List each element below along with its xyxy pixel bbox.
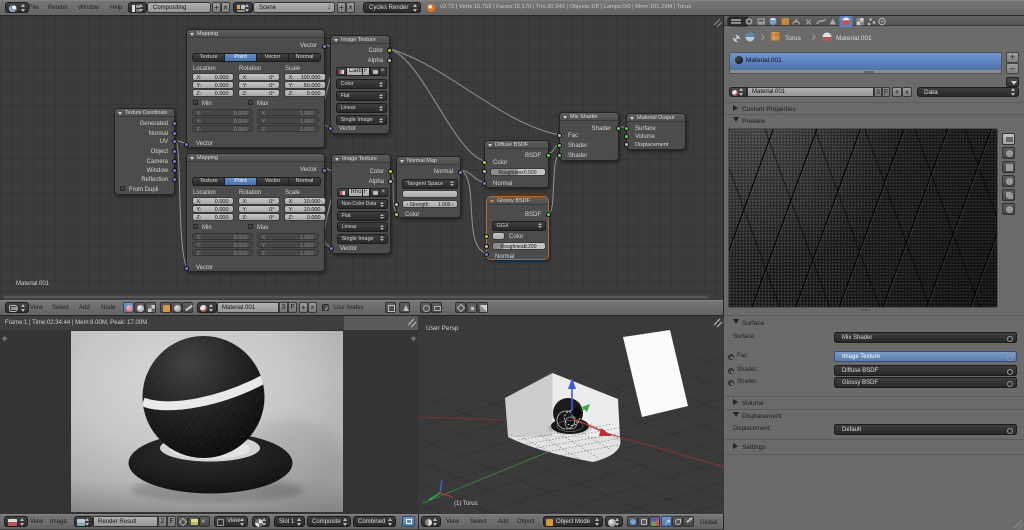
svg-text:Torus: Torus: [785, 35, 802, 42]
svg-text:User Persp: User Persp: [426, 325, 459, 332]
svg-text:(1) Torus: (1) Torus: [454, 501, 478, 507]
svg-text:Material.001: Material.001: [836, 35, 872, 42]
